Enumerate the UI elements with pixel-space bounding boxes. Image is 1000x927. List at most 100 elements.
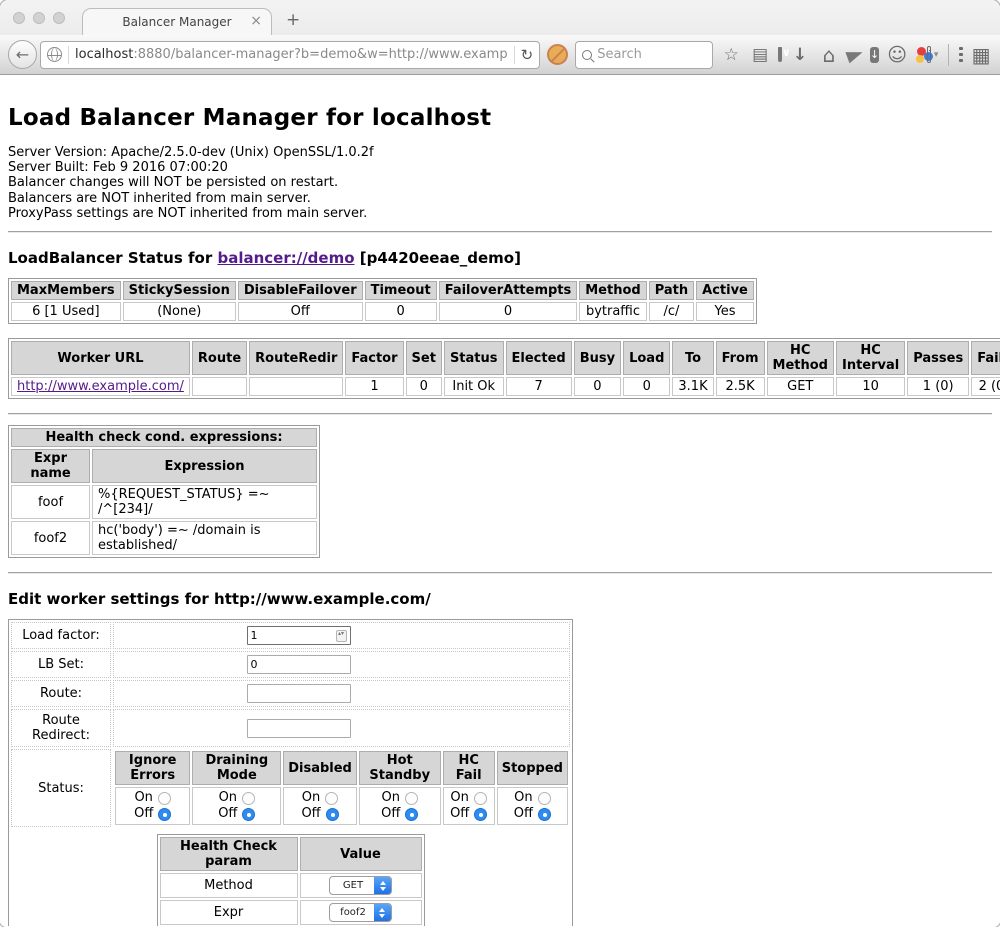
divider	[8, 413, 992, 415]
send-page-icon[interactable]	[845, 46, 864, 63]
worker-url-link[interactable]: http://www.example.com/	[17, 379, 184, 394]
inherit-note-line: Balancers are NOT inherited from main se…	[8, 191, 992, 206]
reading-list-icon[interactable]: ▤	[749, 45, 771, 65]
balancer-row: 6 [1 Used] (None) Off 0 0 bytraffic /c/ …	[11, 302, 754, 321]
ignore-errors-off-radio[interactable]	[158, 808, 171, 821]
col-disablefailover: DisableFailover	[238, 281, 363, 300]
col-active: Active	[696, 281, 754, 300]
col-disabled: Disabled	[283, 751, 357, 785]
grid-panel-icon[interactable]: ▦	[970, 45, 992, 65]
select-arrows-icon	[374, 877, 391, 894]
col-failoverattempts: FailoverAttempts	[439, 281, 578, 300]
server-info: Server Version: Apache/2.5.0-dev (Unix) …	[8, 145, 992, 221]
method-label: Method	[160, 873, 298, 898]
ignore-errors-radios: On Off	[115, 787, 190, 825]
col-hc-param: Health Check param	[160, 837, 298, 871]
proxypass-note-line: ProxyPass settings are NOT inherited fro…	[8, 206, 992, 221]
health-check-param-table: Health Check param Value Method GET	[157, 834, 425, 926]
site-identity-globe-icon[interactable]	[47, 47, 62, 62]
hc-fail-off-radio[interactable]	[474, 808, 487, 821]
chat-smiley-icon[interactable]: ☺	[886, 45, 908, 65]
draining-mode-radios: On Off	[192, 787, 281, 825]
minimize-window-button[interactable]	[33, 12, 45, 24]
select-arrows-icon	[374, 904, 391, 921]
col-hc-fail: HC Fail	[443, 751, 495, 785]
disabled-radios: On Off	[283, 787, 357, 825]
hot-standby-radios: On Off	[359, 787, 441, 825]
col-path: Path	[649, 281, 694, 300]
colored-dots-extension-icon[interactable]	[915, 46, 919, 64]
worker-status-table: Worker URL Route RouteRedir Factor Set S…	[8, 338, 1000, 399]
search-bar[interactable]	[575, 41, 713, 69]
balancer-demo-link[interactable]: balancer://demo	[217, 249, 354, 267]
status-radio-table: Ignore Errors Draining Mode Disabled Hot…	[113, 749, 570, 827]
route-redirect-label: Route Redirect:	[11, 709, 111, 747]
status-label: Status:	[11, 749, 111, 827]
server-version-line: Server Version: Apache/2.5.0-dev (Unix) …	[8, 145, 992, 160]
draining-mode-on-radio[interactable]	[242, 792, 255, 805]
server-built-line: Server Built: Feb 9 2016 07:00:20	[8, 160, 992, 175]
close-window-button[interactable]	[13, 12, 25, 24]
bookmark-star-icon[interactable]: ☆	[720, 45, 742, 65]
number-spinner[interactable]: ▴▾	[336, 630, 347, 642]
col-maxmembers: MaxMembers	[11, 281, 121, 300]
disabled-off-radio[interactable]	[326, 808, 339, 821]
persist-note-line: Balancer changes will NOT be persisted o…	[8, 175, 992, 190]
col-draining-mode: Draining Mode	[192, 751, 281, 785]
pocket-icon[interactable]	[778, 47, 782, 62]
hc-fail-radios: On Off	[443, 787, 495, 825]
draining-mode-off-radio[interactable]	[242, 808, 255, 821]
col-expression: Expression	[92, 449, 317, 483]
container-battery-icon[interactable]	[927, 46, 931, 63]
load-factor-label: Load factor:	[11, 622, 111, 649]
page-content: Load Balancer Manager for localhost Serv…	[0, 75, 1000, 926]
expr-row: foof2 hc('body') =~ /domain is establish…	[11, 521, 317, 555]
tab-bar: Balancer Manager × +	[0, 0, 1000, 35]
downloads-icon[interactable]: ↓	[789, 45, 811, 65]
menu-hamburger-icon[interactable]	[959, 47, 963, 62]
load-factor-input[interactable]	[247, 626, 351, 645]
col-ignore-errors: Ignore Errors	[115, 751, 190, 785]
tab-title: Balancer Manager	[122, 15, 231, 29]
expr-select[interactable]: foof2	[329, 903, 392, 922]
stopped-on-radio[interactable]	[538, 792, 551, 805]
search-icon	[582, 50, 592, 60]
stopped-radios: On Off	[497, 787, 568, 825]
route-input[interactable]	[247, 684, 351, 703]
zoom-window-button[interactable]	[53, 12, 65, 24]
method-select[interactable]: GET	[329, 876, 392, 895]
stopped-off-radio[interactable]	[538, 808, 551, 821]
url-host: localhost	[75, 47, 133, 62]
disabled-on-radio[interactable]	[325, 792, 338, 805]
reload-icon[interactable]: ↻	[521, 46, 534, 64]
browser-window: Balancer Manager × + ← localhost:8880/ba…	[0, 0, 1000, 927]
divider	[8, 231, 992, 233]
col-stopped: Stopped	[497, 751, 568, 785]
back-button[interactable]: ←	[8, 40, 37, 69]
tab-balancer-manager[interactable]: Balancer Manager ×	[82, 8, 272, 35]
hc-fail-on-radio[interactable]	[474, 792, 487, 805]
url-path: :8880/balancer-manager?b=demo&w=http://w…	[133, 47, 507, 62]
tab-close-icon[interactable]: ×	[250, 13, 262, 29]
chevron-down-icon[interactable]: ▾	[934, 50, 939, 60]
lb-set-input[interactable]	[247, 655, 351, 674]
col-stickysession: StickySession	[123, 281, 236, 300]
col-worker-url: Worker URL	[11, 341, 190, 375]
edit-worker-form: Load factor: ▴▾ LB Set: Route: Route Red…	[8, 619, 573, 926]
reader-mode-icon[interactable]: ↓	[870, 47, 879, 63]
loadbalancer-status-heading: LoadBalancer Status for balancer://demo …	[8, 249, 992, 267]
ignore-errors-on-radio[interactable]	[158, 792, 171, 805]
search-input[interactable]	[597, 47, 706, 62]
url-text[interactable]: localhost:8880/balancer-manager?b=demo&w…	[75, 47, 508, 62]
hot-standby-on-radio[interactable]	[405, 792, 418, 805]
url-bar[interactable]: localhost:8880/balancer-manager?b=demo&w…	[40, 41, 540, 69]
health-check-expressions-table: Health check cond. expressions: Expr nam…	[8, 425, 320, 558]
home-icon[interactable]: ⌂	[818, 45, 840, 65]
urlbar-divider	[68, 46, 69, 64]
edit-worker-heading: Edit worker settings for http://www.exam…	[8, 590, 992, 608]
route-redirect-input[interactable]	[247, 719, 351, 738]
new-tab-button[interactable]: +	[286, 12, 300, 29]
hot-standby-off-radio[interactable]	[405, 808, 418, 821]
expr-label: Expr	[160, 900, 298, 925]
adblock-icon[interactable]	[547, 44, 568, 65]
